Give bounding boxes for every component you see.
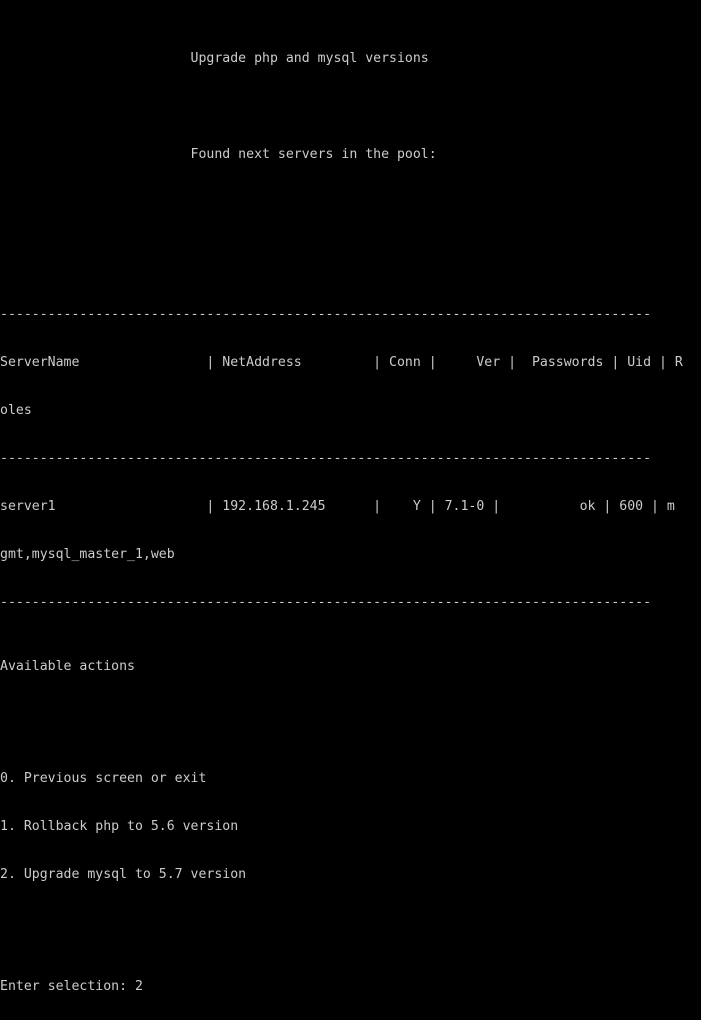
menu-item-1[interactable]: 1. Rollback php to 5.6 version [0, 819, 701, 835]
table-separator-bottom: ----------------------------------------… [0, 595, 652, 610]
table-separator-top: ----------------------------------------… [0, 307, 652, 322]
menu-item-0[interactable]: 0. Previous screen or exit [0, 771, 701, 787]
table-row: server1 | 192.168.1.245 | Y | 7.1-0 | ok… [0, 499, 675, 514]
table-header-row-wrap: oles [0, 403, 32, 418]
available-actions-heading: Available actions [0, 659, 135, 674]
table-row-wrap: gmt,mysql_master_1,web [0, 547, 175, 562]
table-header-row: ServerName | NetAddress | Conn | Ver | P… [0, 355, 683, 370]
terminal-window[interactable]: Upgrade php and mysql versions Found nex… [0, 0, 701, 994]
menu-item-2[interactable]: 2. Upgrade mysql to 5.7 version [0, 867, 701, 883]
terminal-screen: Upgrade php and mysql versions Found nex… [0, 3, 701, 1020]
table-separator-middle: ----------------------------------------… [0, 451, 652, 466]
enter-selection-prompt[interactable]: Enter selection: 2 [0, 979, 701, 995]
terminal-line-title: Upgrade php and mysql versions [0, 51, 429, 66]
terminal-line-found-servers: Found next servers in the pool: [0, 147, 437, 162]
